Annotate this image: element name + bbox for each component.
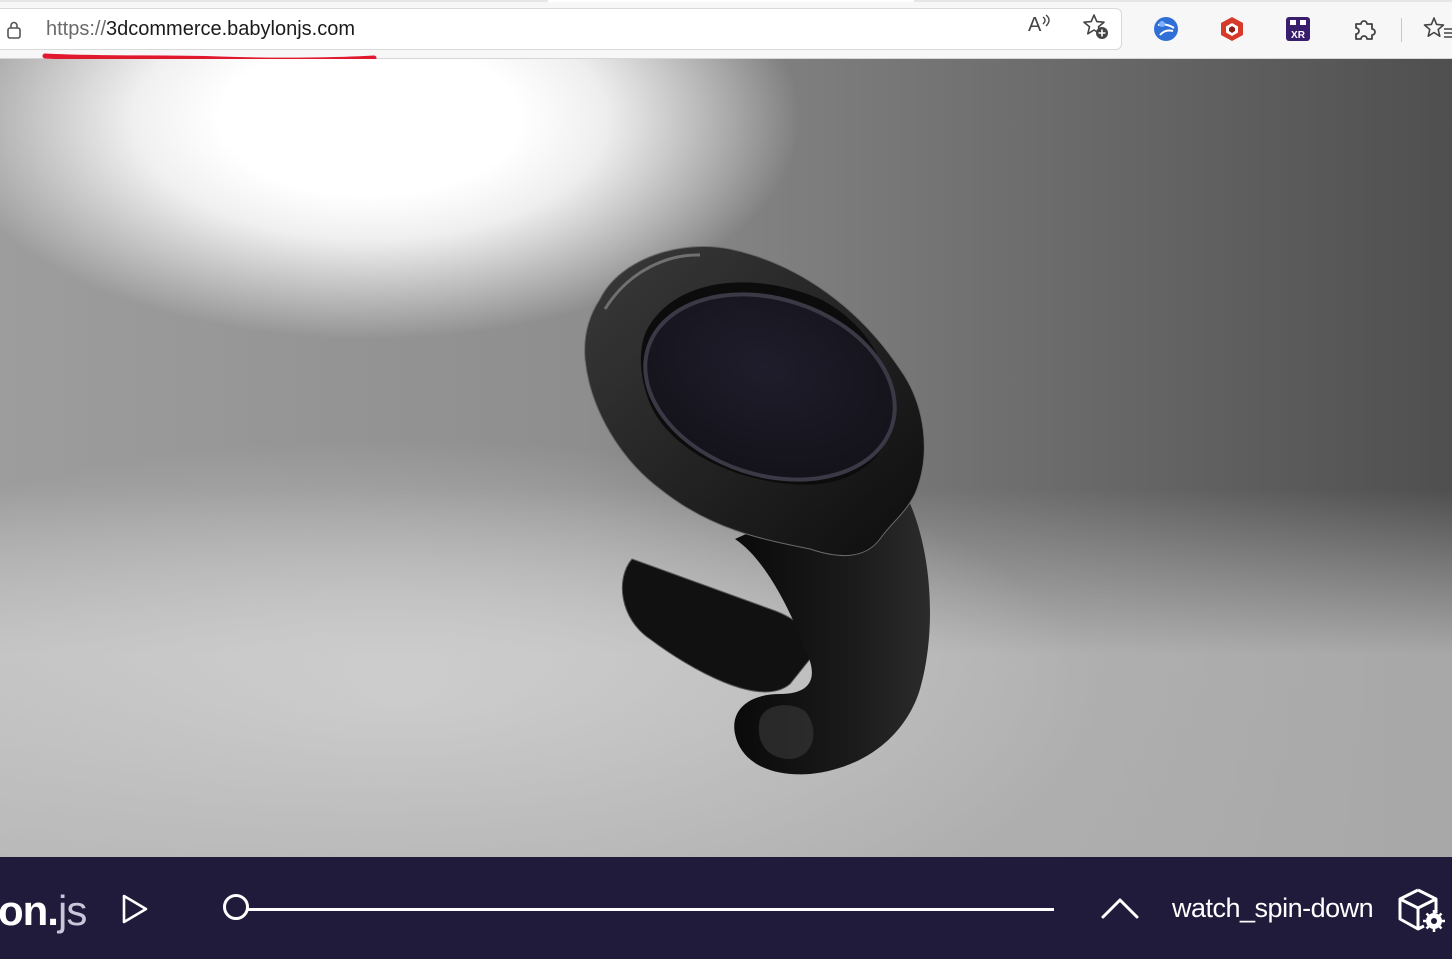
- favorites-icon[interactable]: [1423, 16, 1452, 49]
- globe-extension-icon[interactable]: [1153, 16, 1179, 42]
- animation-progress-thumb[interactable]: [223, 894, 249, 920]
- url-scheme: https://: [46, 18, 107, 40]
- read-aloud-glyph: A: [1028, 14, 1042, 36]
- chevron-up-icon[interactable]: [1100, 895, 1140, 926]
- animation-player-bar: on.js watch_spin-down: [0, 857, 1452, 959]
- lock-icon[interactable]: [5, 20, 23, 45]
- 3d-viewport[interactable]: [0, 59, 1452, 857]
- puzzle-extensions-icon[interactable]: [1351, 16, 1377, 42]
- animation-progress-track[interactable]: [232, 908, 1054, 911]
- xr-extension-icon[interactable]: XR: [1285, 16, 1311, 42]
- xr-label: XR: [1291, 30, 1306, 41]
- toolbar-separator: [1401, 18, 1402, 42]
- address-bar[interactable]: https://3dcommerce.babylonjs.com: [0, 8, 1122, 50]
- watch-model[interactable]: [560, 239, 940, 799]
- url-host: 3dcommerce.babylonjs.com: [106, 18, 356, 40]
- animation-name-selector[interactable]: watch_spin-down: [1172, 893, 1374, 924]
- read-aloud-icon[interactable]: A: [1028, 14, 1051, 37]
- active-tab-edge: [548, 0, 914, 2]
- babylon-logo: on.js: [0, 887, 87, 935]
- play-icon[interactable]: [118, 893, 150, 930]
- add-favorite-icon[interactable]: [1082, 13, 1110, 46]
- url-text[interactable]: https://3dcommerce.babylonjs.com: [46, 18, 355, 41]
- hexagon-extension-icon[interactable]: [1219, 16, 1245, 42]
- cube-settings-icon[interactable]: [1396, 887, 1446, 938]
- logo-bold-text: on.: [0, 887, 59, 934]
- logo-light-text: js: [57, 887, 87, 934]
